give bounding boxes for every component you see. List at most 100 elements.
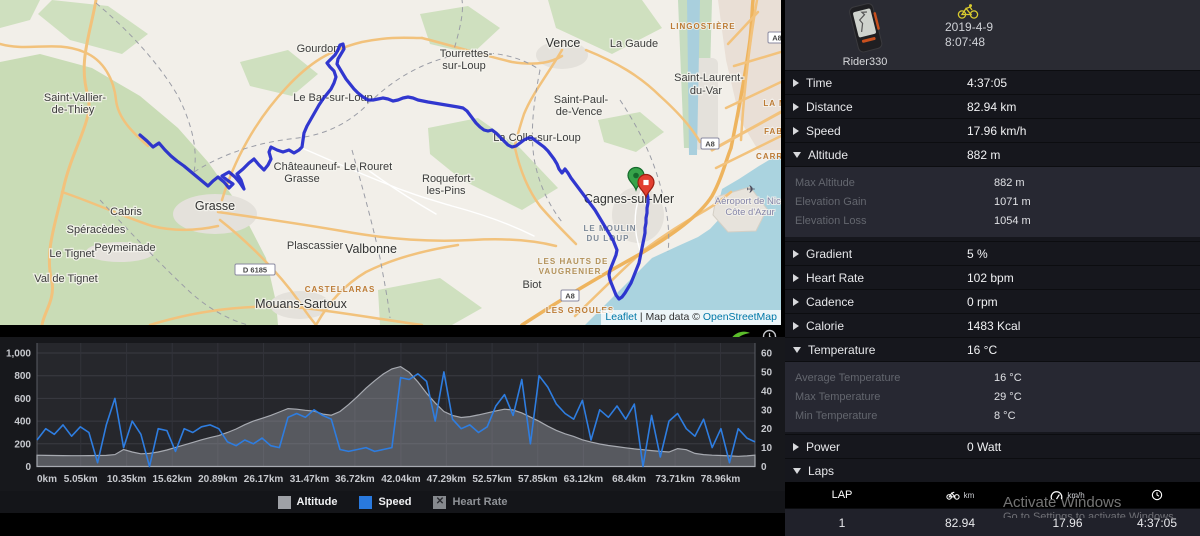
speed-swatch xyxy=(359,495,373,509)
average-temperature-label: Average Temperature xyxy=(795,372,901,384)
legend-heart-rate-label: Heart Rate xyxy=(452,496,508,508)
map-label: Vence xyxy=(546,36,581,50)
map-label: Biot xyxy=(523,279,542,291)
svg-text:200: 200 xyxy=(14,439,31,450)
svg-text:47.29km: 47.29km xyxy=(427,474,467,485)
svg-text:0: 0 xyxy=(25,462,31,473)
legend-speed[interactable]: Speed xyxy=(359,495,411,509)
svg-text:50: 50 xyxy=(761,367,773,378)
map-label: Grasse xyxy=(284,173,319,185)
device-name: Rider330 xyxy=(842,56,888,68)
legend-altitude-label: Altitude xyxy=(296,496,338,508)
svg-text:0km: 0km xyxy=(37,474,57,485)
distance-unit-label: km xyxy=(963,490,975,500)
map-label: de-Vence xyxy=(556,106,602,118)
lap-header-speed: km/h xyxy=(1021,490,1114,500)
subrow-max-temperature: Max Temperature 29 °C xyxy=(785,388,1200,407)
device-image xyxy=(849,3,883,53)
road-badge: A8 xyxy=(560,289,580,302)
map-label: de-Thiey xyxy=(52,104,95,116)
row-laps[interactable]: Laps xyxy=(785,458,1200,482)
subrow-min-temperature: Min Temperature 8 °C xyxy=(785,407,1200,426)
collapse-arrow-icon xyxy=(793,467,801,474)
row-speed[interactable]: Speed 17.96 km/h xyxy=(785,118,1200,142)
subrow-average-temperature: Average Temperature 16 °C xyxy=(785,369,1200,388)
map-label: Plascassier xyxy=(287,240,344,252)
temperature-details: Average Temperature 16 °C Max Temperatur… xyxy=(785,361,1200,432)
svg-text:31.47km: 31.47km xyxy=(290,474,330,485)
osm-link[interactable]: OpenStreetMap xyxy=(703,311,777,323)
map-label: Saint-Vallier- xyxy=(44,92,106,104)
row-cadence[interactable]: Cadence 0 rpm xyxy=(785,289,1200,313)
bottom-strip xyxy=(0,513,785,521)
collapse-arrow-icon xyxy=(793,151,801,158)
svg-text:15.62km: 15.62km xyxy=(152,474,192,485)
map-label: Le Tignet xyxy=(49,248,94,260)
row-altitude-label: Altitude xyxy=(808,147,849,162)
svg-text:78.96km: 78.96km xyxy=(701,474,741,485)
svg-text:57.85km: 57.85km xyxy=(518,474,558,485)
ride-summary-panel: Rider330 2019-4-9 8:07:48 Time 4:37:05 D… xyxy=(785,0,1200,536)
min-temperature-label: Min Temperature xyxy=(795,410,878,422)
map-label: Châteauneuf- xyxy=(274,161,341,173)
row-calorie[interactable]: Calorie 1483 Kcal xyxy=(785,313,1200,337)
map-panel[interactable]: Saint-Vallier-de-Thiey Gourdon Tourrettes-… xyxy=(0,0,781,325)
row-temperature-value: 16 °C xyxy=(967,342,998,357)
row-power[interactable]: Power 0 Watt xyxy=(785,434,1200,458)
max-temperature-label: Max Temperature xyxy=(795,391,881,403)
legend-altitude[interactable]: Altitude xyxy=(277,495,338,509)
row-time[interactable]: Time 4:37:05 xyxy=(785,70,1200,94)
row-altitude[interactable]: Altitude 882 m xyxy=(785,142,1200,166)
row-heart-rate-value: 102 bpm xyxy=(967,270,1014,285)
map-canvas[interactable]: Saint-Vallier-de-Thiey Gourdon Tourrettes-… xyxy=(0,0,781,325)
lap-distance: 82.94 xyxy=(944,515,976,530)
min-temperature-value: 8 °C xyxy=(994,410,1016,422)
row-distance-value: 82.94 km xyxy=(967,99,1017,114)
map-label: Valbonne xyxy=(345,242,397,256)
map-label: Grasse xyxy=(195,199,235,213)
leaflet-link[interactable]: Leaflet xyxy=(605,311,637,323)
map-label: Aéroport de Nice- xyxy=(715,196,781,207)
svg-text:800: 800 xyxy=(14,371,31,382)
expand-arrow-icon xyxy=(793,102,799,111)
map-label: Le Rouret xyxy=(344,161,392,173)
svg-text:52.57km: 52.57km xyxy=(472,474,512,485)
speed-unit-label: km/h xyxy=(1067,490,1085,500)
row-gradient[interactable]: Gradient 5 % xyxy=(785,241,1200,265)
map-label: VAUGRENIER xyxy=(539,267,602,276)
row-time-label: Time xyxy=(806,75,833,90)
legend-heart-rate[interactable]: ✕ Heart Rate xyxy=(433,495,508,509)
map-label: Val de Tignet xyxy=(34,273,97,285)
row-distance[interactable]: Distance 82.94 km xyxy=(785,94,1200,118)
map-label: Gourdon xyxy=(297,43,340,55)
map-label: LINGOSTIÈRE xyxy=(670,22,735,31)
chart-canvas[interactable]: 0 200 400 600 800 1,000 0 10 20 30 40 50 60 0km 5.05km… xyxy=(0,337,785,491)
ride-date: 2019-4-9 xyxy=(945,20,994,34)
svg-text:26.17km: 26.17km xyxy=(244,474,284,485)
map-label: DU LOUP xyxy=(587,234,630,243)
altitude-details: Max Altitude 882 m Elevation Gain 1071 m… xyxy=(785,166,1200,237)
svg-text:A8: A8 xyxy=(565,292,575,301)
expand-arrow-icon xyxy=(793,273,799,282)
row-speed-value: 17.96 km/h xyxy=(967,123,1027,138)
max-altitude-value: 882 m xyxy=(994,177,1025,189)
row-temperature[interactable]: Temperature 16 °C xyxy=(785,337,1200,361)
row-heart-rate-label: Heart Rate xyxy=(806,270,865,285)
cyclist-icon xyxy=(957,4,979,19)
row-heart-rate[interactable]: Heart Rate 102 bpm xyxy=(785,265,1200,289)
elevation-loss-value: 1054 m xyxy=(994,215,1031,227)
svg-text:5.05km: 5.05km xyxy=(64,474,98,485)
svg-text:D 6185: D 6185 xyxy=(243,266,267,275)
expand-arrow-icon xyxy=(793,321,799,330)
chart-legend: Altitude Speed ✕ Heart Rate xyxy=(0,491,785,513)
map-label: Saint-Paul- xyxy=(554,94,609,106)
heart-rate-swatch-disabled: ✕ xyxy=(433,495,447,509)
map-label: La Gaude xyxy=(610,38,658,50)
svg-text:0: 0 xyxy=(761,462,767,473)
svg-text:68.4km: 68.4km xyxy=(612,474,646,485)
svg-text:63.12km: 63.12km xyxy=(564,474,604,485)
road-badge: A8 xyxy=(700,137,720,150)
collapse-arrow-icon xyxy=(793,346,801,353)
lap-speed: 17.96 xyxy=(1052,515,1083,530)
expand-arrow-icon xyxy=(793,249,799,258)
